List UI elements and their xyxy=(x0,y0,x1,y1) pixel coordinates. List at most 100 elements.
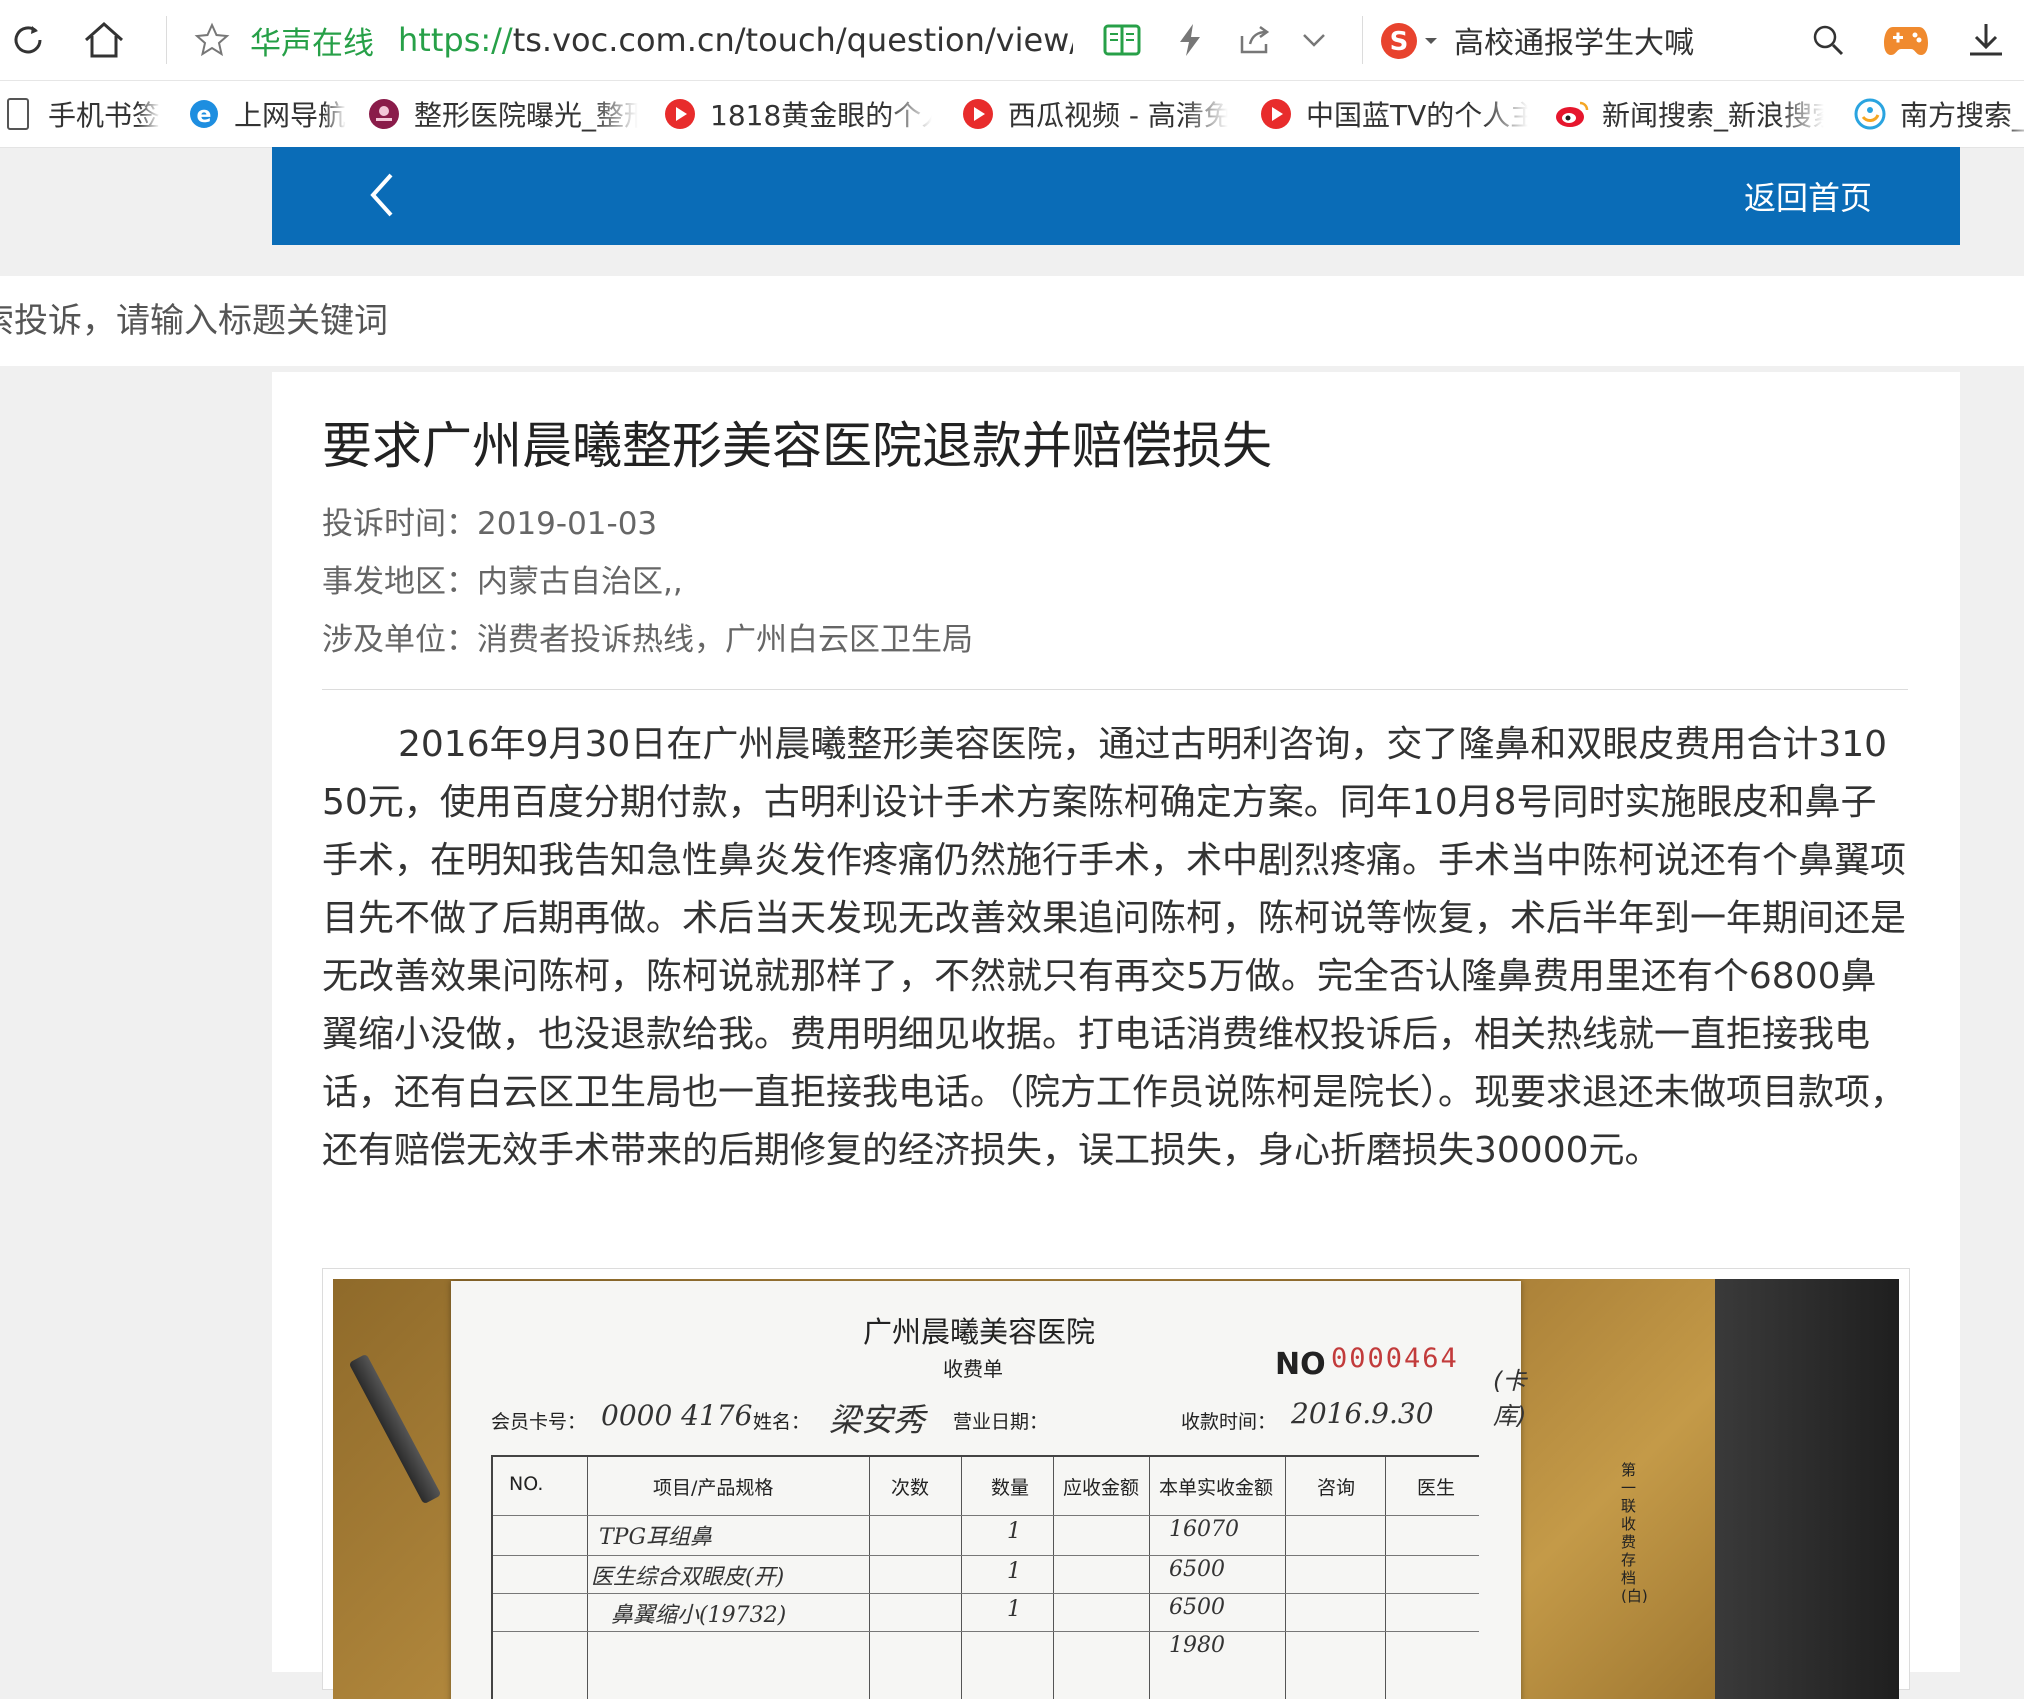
receipt-col-header: 咨询 xyxy=(1317,1477,1356,1499)
receipt-item: TPG耳组鼻 xyxy=(599,1525,713,1550)
complaint-search-bar xyxy=(0,276,2024,366)
play-icon xyxy=(960,96,996,132)
receipt-item: 鼻翼缩小(19732) xyxy=(611,1603,787,1628)
receipt-col-header: 次数 xyxy=(891,1477,930,1499)
bookmark-item[interactable]: 手机书签 xyxy=(0,89,170,139)
receipt-col-line xyxy=(587,1457,588,1699)
south-search-icon xyxy=(1852,96,1888,132)
share-icon[interactable] xyxy=(1230,14,1278,66)
browser-toolbar: 华声在线 https:// ts.voc.com.cn/touch/questi… xyxy=(0,0,2024,81)
address-bar[interactable]: 华声在线 https:// ts.voc.com.cn/touch/questi… xyxy=(186,8,1076,72)
receipt-amount: 16070 xyxy=(1169,1517,1239,1542)
lightning-icon[interactable] xyxy=(1166,14,1214,66)
receipt-row-line xyxy=(493,1555,1479,1556)
receipt-pay-time-value: 2016.9.30 xyxy=(1291,1397,1434,1430)
bookmark-item[interactable]: 中国蓝TV的个人主 xyxy=(1258,89,1528,139)
receipt-col-line xyxy=(1053,1457,1054,1699)
svg-text:S: S xyxy=(1390,27,1409,57)
receipt-row-line xyxy=(493,1631,1479,1632)
receipt-amount: 1980 xyxy=(1169,1633,1225,1658)
play-icon xyxy=(662,96,698,132)
return-home-link[interactable]: 返回首页 xyxy=(1744,173,1872,219)
bookmark-item[interactable]: e 上网导航 xyxy=(186,89,346,139)
search-engine-text: 高校通报学生大喊 xyxy=(1454,26,1694,61)
receipt-row-line xyxy=(493,1593,1479,1594)
hospital-logo-icon xyxy=(366,96,402,132)
receipt-no-value: 0000464 xyxy=(1331,1343,1459,1374)
receipt-col-line xyxy=(869,1457,870,1699)
bookmark-item[interactable]: 新闻搜索_新浪搜索 xyxy=(1554,89,1824,139)
bookmark-label: 手机书签 xyxy=(48,99,161,132)
bookmarks-bar: 手机书签 e 上网导航 整形医院曝光_整形 1818黄金眼的个人 西瓜视频 - … xyxy=(0,81,2024,148)
url-protocol: https:// xyxy=(398,21,513,59)
receipt-hospital-name: 广州晨曦美容医院 xyxy=(863,1315,1096,1349)
bookmark-label: 中国蓝TV的个人主 xyxy=(1306,99,1528,132)
bookmark-item[interactable]: 西瓜视频 - 高清免 xyxy=(960,89,1228,139)
receipt-member-value: 0000 4176 xyxy=(601,1399,753,1432)
receipt-name-value: 梁安秀 xyxy=(829,1401,926,1439)
gamepad-icon[interactable] xyxy=(1882,14,1930,66)
bookmark-label: 上网导航 xyxy=(234,99,346,132)
receipt-business-date-label: 营业日期： xyxy=(953,1411,1049,1433)
complaint-location: 事发地区：内蒙古自治区,, xyxy=(322,564,683,600)
receipt-amount: 6500 xyxy=(1169,1557,1225,1582)
bookmark-item[interactable]: 整形医院曝光_整形 xyxy=(366,89,638,139)
receipt-side-label: 第一联收费存档(白) xyxy=(1621,1461,1648,1605)
play-icon xyxy=(1258,96,1294,132)
receipt-member-label: 会员卡号： xyxy=(491,1411,587,1433)
receipt-image: 广州晨曦美容医院 收费单 NO 0000464 (卡库) 会员卡号： 0000 … xyxy=(333,1279,1899,1699)
receipt-type: 收费单 xyxy=(943,1357,1003,1381)
bookmark-label: 西瓜视频 - 高清免 xyxy=(1008,99,1228,132)
toolbar-separator xyxy=(1362,16,1363,64)
url-text: ts.voc.com.cn/touch/question/view/7 xyxy=(512,21,1073,59)
receipt-col-line xyxy=(1285,1457,1286,1699)
chevron-left-icon xyxy=(367,171,397,223)
search-engine-box[interactable]: S 高校通报学生大喊 xyxy=(1378,8,1848,72)
svg-text:e: e xyxy=(197,103,212,128)
bookmark-label: 1818黄金眼的个人 xyxy=(710,99,932,132)
complaint-units: 涉及单位：消费者投诉热线，广州白云区卫生局 xyxy=(322,622,973,658)
reload-icon[interactable] xyxy=(4,14,52,66)
receipt-table: NO. 项目/产品规格 次数 数量 应收金额 本单实收金额 咨询 医生 TPG耳… xyxy=(491,1455,1479,1699)
receipt-pay-time-label: 收款时间： xyxy=(1181,1411,1277,1433)
receipt-col-header: 医生 xyxy=(1417,1477,1456,1499)
complaint-card: 要求广州晨曦整形美容医院退款并赔偿损失 投诉时间：2019-01-03 事发地区… xyxy=(272,372,1960,1699)
ie-icon: e xyxy=(186,96,222,132)
sogou-logo-icon[interactable]: S xyxy=(1378,20,1438,62)
receipt-col-header: 数量 xyxy=(991,1477,1030,1499)
receipt-col-line xyxy=(961,1457,962,1699)
receipt-col-line xyxy=(1149,1457,1150,1699)
divider xyxy=(322,689,1908,690)
receipt-name-label: 姓名： xyxy=(753,1411,811,1433)
weibo-icon xyxy=(1554,96,1590,132)
complaint-time: 投诉时间：2019-01-03 xyxy=(322,506,658,542)
receipt-col-header: 应收金额 xyxy=(1063,1477,1140,1499)
complaint-search-input[interactable] xyxy=(0,300,1382,342)
receipt-item: 医生综合双眼皮(开) xyxy=(591,1565,785,1590)
search-icon[interactable] xyxy=(1804,14,1852,66)
receipt-col-header: 本单实收金额 xyxy=(1159,1477,1274,1499)
receipt-col-header: NO. xyxy=(509,1473,544,1495)
page-header: 返回首页 xyxy=(272,147,1960,245)
download-icon[interactable] xyxy=(1962,14,2010,66)
bookmark-item[interactable]: 南方搜索_南 xyxy=(1852,89,2024,139)
complaint-title: 要求广州晨曦整形美容医院退款并赔偿损失 xyxy=(322,417,1272,475)
toolbar-separator xyxy=(166,16,167,64)
receipt-qty: 1 xyxy=(1007,1559,1021,1584)
receipt-row-line xyxy=(493,1515,1479,1516)
reader-mode-icon[interactable] xyxy=(1098,14,1146,66)
receipt-qty: 1 xyxy=(1007,1597,1021,1622)
star-icon[interactable] xyxy=(194,22,230,62)
receipt-col-header: 项目/产品规格 xyxy=(653,1477,774,1499)
receipt-handwritten-note: (卡库) xyxy=(1493,1367,1527,1430)
bookmark-item[interactable]: 1818黄金眼的个人 xyxy=(662,89,932,139)
complaint-body: 2016年9月30日在广州晨曦整形美容医院，通过古明利咨询，交了隆鼻和双眼皮费用… xyxy=(322,724,1907,1171)
photo-background xyxy=(1715,1279,1899,1699)
chevron-down-icon[interactable] xyxy=(1290,14,1338,66)
home-icon[interactable] xyxy=(80,14,128,66)
back-button[interactable] xyxy=(354,169,410,225)
bookmark-label: 南方搜索_南 xyxy=(1900,99,2024,132)
receipt-amount: 6500 xyxy=(1169,1595,1225,1620)
receipt-no-label: NO xyxy=(1275,1347,1326,1382)
receipt-photo[interactable]: 广州晨曦美容医院 收费单 NO 0000464 (卡库) 会员卡号： 0000 … xyxy=(322,1268,1910,1699)
